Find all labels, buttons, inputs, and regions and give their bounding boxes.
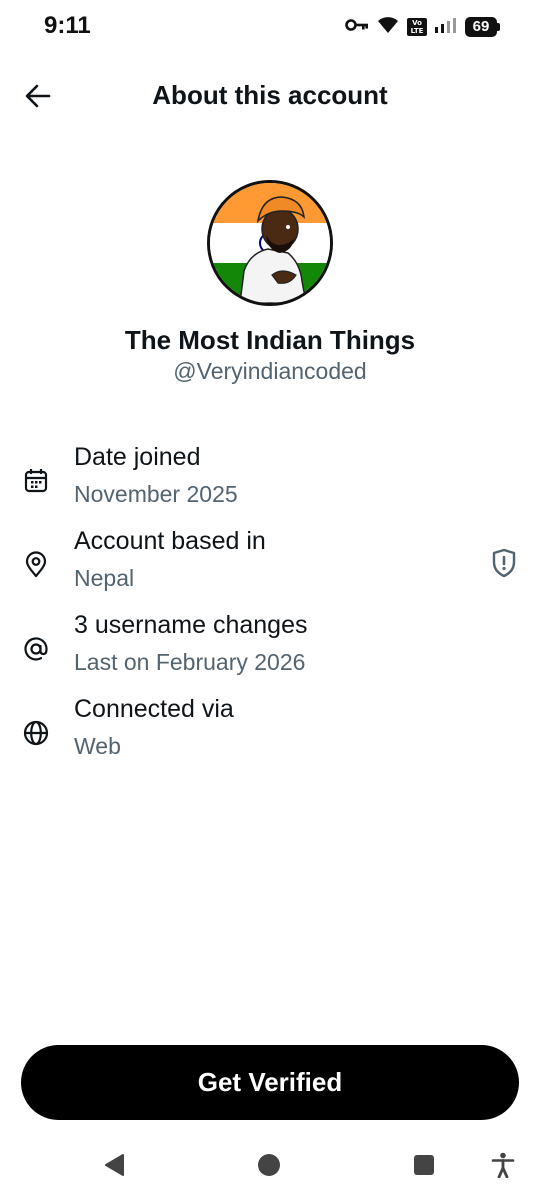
detail-title: 3 username changes — [74, 611, 308, 639]
wifi-icon — [377, 16, 399, 39]
avatar-image — [210, 183, 330, 303]
detail-row-connected-via: Connected via Web — [0, 695, 540, 769]
detail-title: Connected via — [74, 695, 234, 723]
calendar-icon — [20, 465, 52, 497]
username-handle: @Veryindiancoded — [173, 358, 367, 384]
detail-row-date-joined: Date joined November 2025 — [0, 443, 540, 517]
shield-alert-icon — [492, 548, 516, 578]
display-name: The Most Indian Things — [124, 325, 416, 355]
at-sign-icon — [20, 633, 52, 665]
status-time: 9:11 — [44, 12, 91, 39]
detail-value: Nepal — [74, 565, 135, 591]
nav-back-button[interactable] — [97, 1148, 131, 1182]
get-verified-button[interactable]: Get Verified — [21, 1045, 519, 1120]
nav-recents-button[interactable] — [407, 1148, 441, 1182]
globe-icon — [20, 717, 52, 749]
signal-icon — [435, 17, 457, 38]
top-app-bar: About this account — [0, 62, 540, 130]
detail-value: November 2025 — [74, 481, 238, 507]
system-navigation-bar — [0, 1130, 540, 1199]
battery-tip — [497, 23, 500, 31]
accessibility-button[interactable] — [486, 1148, 520, 1182]
vpn-key-icon — [345, 18, 369, 37]
battery-indicator: 69 — [465, 17, 500, 37]
detail-title: Account based in — [74, 527, 266, 555]
nav-home-button[interactable] — [252, 1148, 286, 1182]
status-icons: Vo LTE 69 — [345, 14, 500, 40]
volte-badge: Vo LTE — [407, 18, 427, 36]
location-pin-icon — [20, 549, 52, 581]
status-bar: 9:11 Vo LTE 69 — [0, 0, 540, 52]
avatar[interactable] — [207, 180, 333, 306]
triangle-back-icon — [105, 1154, 124, 1176]
detail-title: Date joined — [74, 443, 201, 471]
detail-value: Last on February 2026 — [74, 649, 306, 675]
detail-row-username-changes: 3 username changes Last on February 2026 — [0, 611, 540, 685]
detail-value: Web — [74, 733, 121, 759]
home-circle-icon — [258, 1154, 280, 1176]
accessibility-icon — [491, 1152, 515, 1178]
page-title: About this account — [152, 80, 388, 110]
location-accuracy-shield-button[interactable] — [486, 545, 522, 581]
recents-square-icon — [414, 1155, 434, 1175]
battery-level: 69 — [465, 17, 497, 37]
detail-row-account-based-in: Account based in Nepal — [0, 527, 540, 601]
